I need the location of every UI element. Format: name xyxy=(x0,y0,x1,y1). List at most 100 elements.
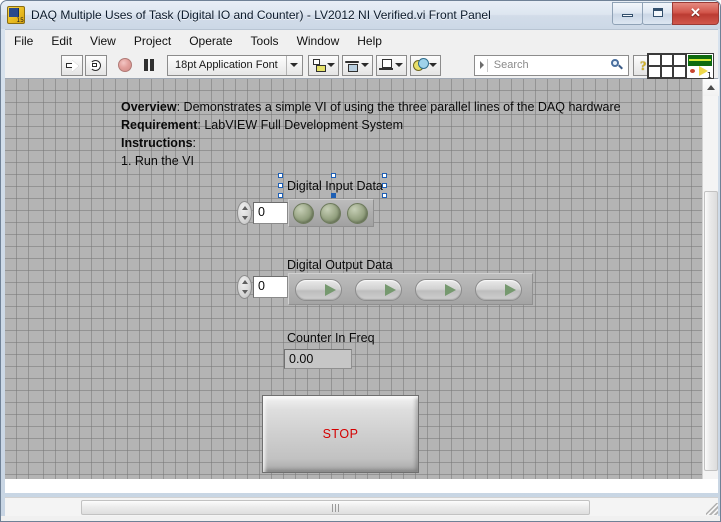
vi-icon-dot xyxy=(690,69,695,73)
digital-output-label[interactable]: Digital Output Data xyxy=(287,258,393,272)
run-continuously-icon xyxy=(89,59,103,72)
scroll-left-button[interactable] xyxy=(5,499,23,516)
connector-cell[interactable] xyxy=(660,54,674,66)
menu-item-edit[interactable]: Edit xyxy=(42,31,81,52)
maximize-icon xyxy=(653,8,663,17)
horizontal-scrollbar-thumb[interactable] xyxy=(81,500,590,515)
pause-button[interactable] xyxy=(138,55,160,76)
horizontal-scrollbar[interactable] xyxy=(5,497,718,516)
context-help-icon: ? xyxy=(640,57,647,73)
digital-input-led-2[interactable] xyxy=(347,203,368,224)
digital-input-spinner[interactable] xyxy=(237,201,252,225)
description-text: Overview: Demonstrates a simple VI of us… xyxy=(121,98,681,170)
vertical-scrollbar-thumb[interactable] xyxy=(704,191,718,471)
overview-line: Overview: Demonstrates a simple VI of us… xyxy=(121,98,681,116)
overview-text: : Demonstrates a simple VI of using the … xyxy=(176,100,621,114)
maximize-button[interactable] xyxy=(642,2,673,25)
minimize-button[interactable] xyxy=(612,2,643,25)
vi-icon-number: 1 xyxy=(706,71,712,79)
connector-cell[interactable] xyxy=(648,54,661,66)
selection-handle[interactable] xyxy=(278,183,283,188)
digital-input-led-1[interactable] xyxy=(320,203,341,224)
scroll-right-button[interactable] xyxy=(682,499,700,516)
search-scope-icon[interactable] xyxy=(479,61,484,69)
connector-cell[interactable] xyxy=(673,66,686,78)
stop-button-label: STOP xyxy=(322,427,359,441)
counter-in-freq-value: 0.00 xyxy=(284,349,352,369)
connector-cell[interactable] xyxy=(673,54,686,66)
reorder-objects-button[interactable] xyxy=(409,54,441,76)
distribute-objects-button[interactable] xyxy=(341,54,373,76)
switch-indicator-icon xyxy=(385,284,396,296)
search-input[interactable]: Search xyxy=(494,59,611,71)
close-icon: ✕ xyxy=(690,5,701,20)
abort-execution-icon xyxy=(118,58,132,72)
instruction-step-1: 1. Run the VI xyxy=(121,154,194,168)
digital-output-switch-1[interactable] xyxy=(355,279,402,301)
chevron-down-icon xyxy=(327,63,336,67)
digital-output-switch-0[interactable] xyxy=(295,279,342,301)
run-controls-group xyxy=(61,54,109,76)
digital-output-switch-2[interactable] xyxy=(415,279,462,301)
resize-objects-button[interactable] xyxy=(375,54,407,76)
instructions-label: Instructions xyxy=(121,136,193,150)
digital-input-label[interactable]: Digital Input Data xyxy=(284,178,386,194)
digital-output-value[interactable]: 0 xyxy=(253,276,288,298)
switch-indicator-icon xyxy=(445,284,456,296)
connector-cell[interactable] xyxy=(648,66,661,78)
reorder-objects-icon xyxy=(413,58,430,72)
close-button[interactable]: ✕ xyxy=(672,2,719,25)
connector-cell[interactable] xyxy=(660,66,674,78)
resize-grip-icon[interactable] xyxy=(706,503,718,515)
scroll-up-icon xyxy=(707,85,715,90)
scroll-up-button[interactable] xyxy=(703,79,719,96)
counter-in-freq-label[interactable]: Counter In Freq xyxy=(287,331,375,345)
switch-indicator-icon xyxy=(325,284,336,296)
labview-window: DAQ Multiple Uses of Task (Digital IO an… xyxy=(0,0,721,522)
menu-item-view[interactable]: View xyxy=(81,31,125,52)
selection-handle[interactable] xyxy=(278,193,283,198)
abort-execution-button[interactable] xyxy=(114,55,136,76)
selection-handle[interactable] xyxy=(278,173,283,178)
font-selector[interactable]: 18pt Application Font xyxy=(167,54,303,76)
menu-item-file[interactable]: File xyxy=(5,31,42,52)
search-box[interactable]: Search xyxy=(473,54,629,76)
digital-output-switch-3[interactable] xyxy=(475,279,522,301)
overview-label: Overview xyxy=(121,100,177,114)
switch-indicator-icon xyxy=(505,284,516,296)
connector-pane[interactable] xyxy=(647,53,687,79)
execution-controls-group xyxy=(114,55,162,76)
align-objects-button[interactable] xyxy=(307,54,339,76)
menu-item-project[interactable]: Project xyxy=(125,31,180,52)
menu-item-help[interactable]: Help xyxy=(348,31,391,52)
chevron-down-icon xyxy=(429,63,438,67)
stop-button[interactable]: STOP xyxy=(262,395,419,473)
digital-input-value[interactable]: 0 xyxy=(253,202,288,224)
requirement-label: Requirement xyxy=(121,118,198,132)
requirement-text: : LabVIEW Full Development System xyxy=(197,118,404,132)
labview-vi-icon xyxy=(7,6,25,24)
instructions-line: Instructions: xyxy=(121,134,681,152)
digital-output-spinner[interactable] xyxy=(237,275,252,299)
digital-input-led-0[interactable] xyxy=(293,203,314,224)
resize-objects-icon xyxy=(379,58,394,72)
vertical-scrollbar[interactable] xyxy=(702,79,719,479)
connector-pane-area: 1 xyxy=(647,53,714,79)
font-dropdown-button[interactable] xyxy=(285,55,302,75)
vi-icon-graphic xyxy=(688,55,712,66)
front-panel-canvas[interactable]: Overview: Demonstrates a simple VI of us… xyxy=(32,79,702,479)
run-continuously-button[interactable] xyxy=(85,54,107,76)
scrollbar-grip-icon xyxy=(332,503,339,512)
minimize-icon xyxy=(622,14,633,17)
chevron-down-icon xyxy=(290,63,299,67)
menu-item-operate[interactable]: Operate xyxy=(180,31,241,52)
vi-icon[interactable]: 1 xyxy=(687,53,714,79)
digital-input-led-array xyxy=(288,199,374,227)
menu-item-tools[interactable]: Tools xyxy=(242,31,288,52)
menu-item-window[interactable]: Window xyxy=(288,31,349,52)
front-panel-area: Overview: Demonstrates a simple VI of us… xyxy=(5,79,719,493)
window-controls: ✕ xyxy=(612,2,719,25)
digital-output-switch-array xyxy=(288,273,533,305)
menu-bar: File Edit View Project Operate Tools Win… xyxy=(5,29,718,52)
run-button[interactable] xyxy=(61,54,83,76)
